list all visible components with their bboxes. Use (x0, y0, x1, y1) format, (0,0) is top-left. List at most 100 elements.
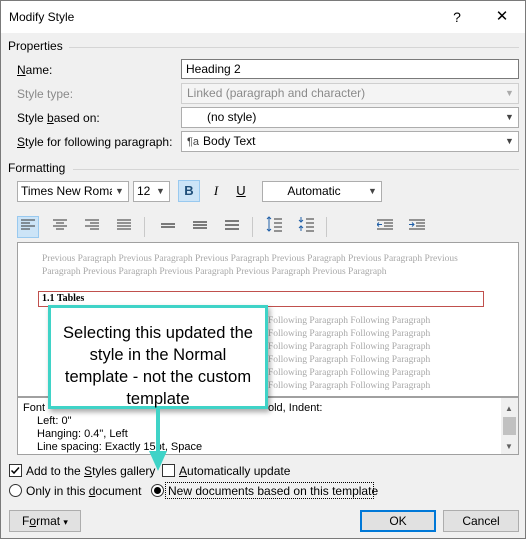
space-before-icon (266, 216, 282, 232)
name-field[interactable]: Heading 2 (181, 59, 519, 79)
description-line: Hanging: 0.4", Left (37, 428, 128, 440)
increase-indent-button[interactable] (406, 216, 428, 238)
based-on-label-key: b (47, 111, 54, 125)
based-on-select[interactable]: (no style) ▼ (181, 107, 519, 128)
scroll-thumb[interactable] (503, 417, 516, 435)
following-paragraph-select[interactable]: ¶a Body Text ▼ (181, 131, 519, 152)
new-documents-label: New documents based on this template (168, 484, 379, 498)
add-gallery-key: S (84, 464, 93, 478)
double-spacing-button[interactable] (221, 216, 243, 238)
description-line: Left: 0" (37, 415, 72, 427)
only-this-document-label: Only in this document (26, 484, 141, 498)
bold-button[interactable]: B (178, 180, 200, 202)
preview-previous-line: Previous Paragraph Previous Paragraph Pr… (42, 254, 458, 264)
following-label-text: tyle for following paragraph: (25, 135, 173, 149)
chevron-down-icon: ▼ (368, 186, 377, 196)
preview-following-line: Following Paragraph Following Paragraph (268, 329, 431, 339)
preview-following-line: Following Paragraph Following Paragraph (268, 342, 431, 352)
one-half-spacing-icon (193, 221, 207, 229)
scroll-up-icon[interactable]: ▲ (505, 402, 513, 415)
based-on-label-pre: Style (17, 111, 48, 125)
description-scrollbar[interactable]: ▲ ▼ (501, 398, 518, 454)
single-spacing-button[interactable] (157, 216, 179, 238)
description-line-1-end: old, Indent: (268, 402, 323, 414)
title-bar: Modify Style ? ✕ (1, 1, 525, 33)
scroll-down-icon[interactable]: ▼ (505, 440, 513, 453)
annotation-callout: Selecting this updated the style in the … (48, 305, 268, 409)
add-to-gallery-checkbox[interactable] (9, 464, 22, 477)
preview-following-line: Following Paragraph Following Paragraph (268, 355, 431, 365)
format-menu-button[interactable]: Format ▾ (9, 510, 81, 532)
toolbar-separator (252, 217, 253, 237)
font-name-value: Times New Roman (21, 184, 123, 198)
name-label: Name: (17, 63, 52, 77)
preview-following-line: Following Paragraph Following Paragraph (268, 368, 431, 378)
description-line: Line spacing: Exactly 15pt, Space (23, 441, 513, 454)
description-line-1-start: Font (23, 402, 46, 414)
justify-icon (117, 219, 131, 230)
callout-arrow-icon (149, 409, 167, 471)
italic-button[interactable]: I (205, 180, 227, 202)
following-label-key: S (17, 135, 26, 149)
preview-following-line: Following Paragraph Following Paragraph (268, 316, 431, 326)
paragraph-style-icon: ¶a (187, 136, 200, 148)
following-paragraph-value: Body Text (203, 134, 256, 148)
toolbar-separator (326, 217, 327, 237)
align-center-icon (53, 219, 67, 230)
format-rest: rmat (36, 514, 61, 528)
align-right-icon (85, 219, 99, 230)
only-this-document-radio[interactable] (9, 484, 22, 497)
font-size-select[interactable]: 12 ▼ (133, 181, 170, 202)
one-half-spacing-button[interactable] (189, 216, 211, 238)
space-before-button[interactable] (263, 216, 285, 238)
chevron-down-icon: ▼ (156, 186, 165, 196)
based-on-label-text: ased on: (53, 111, 100, 125)
decrease-indent-icon (376, 219, 393, 230)
cancel-button[interactable]: Cancel (443, 510, 519, 532)
only-doc-pre: Only in this (26, 484, 89, 498)
decrease-indent-button[interactable] (374, 216, 396, 238)
chevron-down-icon: ▼ (505, 112, 514, 122)
formatting-section-label: Formatting (8, 161, 66, 175)
based-on-label: Style based on: (17, 111, 100, 125)
preview-following-line: Following Paragraph Following Paragraph (268, 381, 431, 391)
font-size-value: 12 (137, 184, 151, 198)
space-after-icon (298, 217, 314, 232)
preview-following-paragraph: Following Paragraph Following Paragraph … (268, 315, 508, 393)
underline-button[interactable]: U (230, 180, 252, 202)
properties-divider (69, 47, 519, 48)
preview-previous-line: Paragraph Previous Paragraph Previous Pa… (42, 267, 387, 277)
add-to-gallery-label: Add to the Styles gallery (26, 464, 155, 478)
help-button[interactable]: ? (441, 3, 473, 31)
name-label-text: ame: (25, 63, 53, 77)
properties-section-label: Properties (8, 39, 63, 53)
align-center-button[interactable] (49, 216, 71, 238)
chevron-down-icon: ▼ (505, 88, 514, 98)
align-left-icon (21, 219, 35, 230)
align-left-button[interactable] (17, 216, 39, 238)
add-gallery-pre: Add to the (26, 464, 85, 478)
new-documents-radio[interactable] (151, 484, 164, 497)
modify-style-dialog: Modify Style ? ✕ Properties Name: Headin… (0, 0, 526, 539)
font-color-value: Automatic (287, 184, 341, 198)
style-type-label: Style type: (17, 87, 74, 101)
dropdown-arrow-icon: ▾ (63, 517, 68, 527)
space-after-button[interactable] (295, 216, 317, 238)
style-type-value: Linked (paragraph and character) (187, 86, 366, 100)
ok-button[interactable]: OK (360, 510, 436, 532)
name-label-key: N (17, 63, 26, 77)
checkmark-icon (10, 466, 20, 475)
style-type-select: Linked (paragraph and character) ▼ (181, 83, 519, 104)
close-button[interactable]: ✕ (485, 3, 519, 31)
toolbar-separator (144, 217, 145, 237)
single-spacing-icon (161, 223, 175, 228)
increase-indent-icon (409, 219, 425, 230)
auto-update-label: Automatically update (179, 464, 290, 478)
align-right-button[interactable] (81, 216, 103, 238)
formatting-divider (73, 169, 519, 170)
font-name-select[interactable]: Times New Roman ▼ (17, 181, 129, 202)
justify-button[interactable] (113, 216, 135, 238)
following-paragraph-label: Style for following paragraph: (17, 135, 172, 149)
auto-update-rest: utomatically update (187, 464, 291, 478)
font-color-select[interactable]: Automatic ▼ (262, 181, 382, 202)
